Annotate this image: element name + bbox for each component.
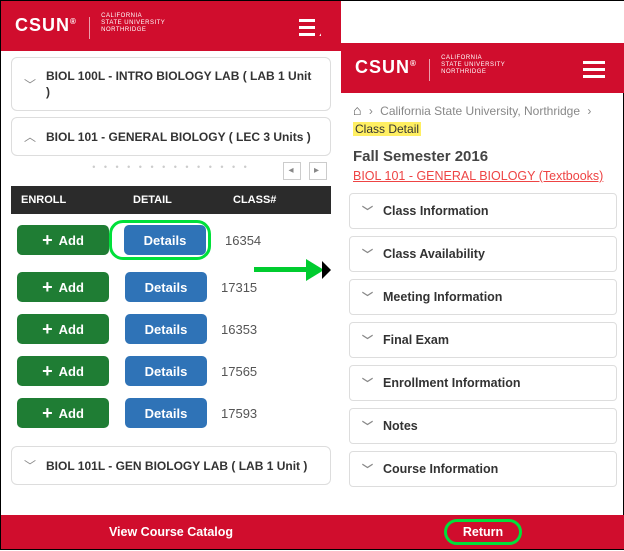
pagination-dots: • • • • • • • • • • • • • • ◂ ▸ [11, 162, 331, 184]
csun-logo: CSUN® CALIFORNIA STATE UNIVERSITY NORTHR… [355, 55, 505, 81]
chevron-down-icon: ﹀ [362, 203, 373, 219]
details-button[interactable]: Details [124, 225, 206, 255]
accordion-title: BIOL 101L - GEN BIOLOGY LAB ( LAB 1 Unit… [46, 458, 307, 474]
pager-next-button[interactable]: ▸ [309, 162, 327, 180]
course-accordion-biol101[interactable]: ︿ BIOL 101 - GENERAL BIOLOGY ( LEC 3 Uni… [11, 117, 331, 156]
section-meeting-information[interactable]: ﹀Meeting Information [349, 279, 617, 315]
class-number: 17593 [207, 406, 331, 421]
breadcrumb-univ[interactable]: California State University, Northridge [380, 104, 580, 118]
return-button[interactable]: Return [444, 519, 522, 545]
class-number: 16353 [207, 322, 331, 337]
chevron-down-icon: ﹀ [24, 76, 36, 93]
highlight-circle: Details [109, 220, 211, 260]
left-app-header: CSUN® CALIFORNIA STATE UNIVERSITY NORTHR… [1, 1, 341, 51]
accordion-title: BIOL 101 - GENERAL BIOLOGY ( LEC 3 Units… [46, 129, 311, 145]
chevron-down-icon: ﹀ [362, 289, 373, 305]
add-button[interactable]: +Add [17, 356, 109, 386]
pager-prev-button[interactable]: ◂ [283, 162, 301, 180]
chevron-down-icon: ﹀ [362, 461, 373, 477]
course-accordion-biol101l[interactable]: ﹀ BIOL 101L - GEN BIOLOGY LAB ( LAB 1 Un… [11, 446, 331, 485]
table-header-row: ENROLL DETAIL CLASS# [11, 186, 331, 214]
add-button[interactable]: +Add [17, 398, 109, 428]
section-class-availability[interactable]: ﹀Class Availability [349, 236, 617, 272]
class-number: 17565 [207, 364, 331, 379]
section-final-exam[interactable]: ﹀Final Exam [349, 322, 617, 358]
accordion-title: BIOL 100L - INTRO BIOLOGY LAB ( LAB 1 Un… [46, 68, 318, 100]
breadcrumb-current: Class Detail [353, 122, 421, 136]
chevron-down-icon: ﹀ [362, 418, 373, 434]
section-notes[interactable]: ﹀Notes [349, 408, 617, 444]
home-icon[interactable]: ⌂ [353, 102, 361, 118]
class-number: 16354 [211, 233, 331, 248]
chevron-up-icon: ︿ [24, 128, 36, 145]
class-sections-table: ENROLL DETAIL CLASS# +Add Details 16354 … [11, 186, 331, 434]
add-button[interactable]: +Add [17, 225, 109, 255]
details-button[interactable]: Details [125, 356, 207, 386]
chevron-down-icon: ﹀ [362, 375, 373, 391]
table-row: +Add Details 16353 [11, 308, 331, 350]
table-row: +Add Details 16354 [11, 214, 331, 266]
add-button[interactable]: +Add [17, 314, 109, 344]
table-row: +Add Details 17315 [11, 266, 331, 308]
section-course-information[interactable]: ﹀Course Information [349, 451, 617, 487]
textbooks-link[interactable]: BIOL 101 - GENERAL BIOLOGY (Textbooks) [341, 169, 624, 193]
col-header-detail: DETAIL [123, 186, 223, 214]
breadcrumb: ⌂ › California State University, Northri… [341, 93, 624, 142]
details-button[interactable]: Details [125, 314, 207, 344]
details-button[interactable]: Details [125, 398, 207, 428]
section-enrollment-information[interactable]: ﹀Enrollment Information [349, 365, 617, 401]
table-row: +Add Details 17593 [11, 392, 331, 434]
chevron-down-icon: ﹀ [24, 457, 36, 474]
course-accordion-biol100l[interactable]: ﹀ BIOL 100L - INTRO BIOLOGY LAB ( LAB 1 … [11, 57, 331, 111]
col-header-classnum: CLASS# [223, 186, 331, 214]
section-class-information[interactable]: ﹀Class Information [349, 193, 617, 229]
col-header-enroll: ENROLL [11, 186, 123, 214]
details-button[interactable]: Details [125, 272, 207, 302]
csun-logo: CSUN® CALIFORNIA STATE UNIVERSITY NORTHR… [15, 13, 165, 39]
semester-title: Fall Semester 2016 [341, 142, 624, 169]
menu-icon[interactable] [583, 57, 605, 82]
table-row: +Add Details 17565 [11, 350, 331, 392]
right-app-header: CSUN® CALIFORNIA STATE UNIVERSITY NORTHR… [341, 43, 624, 93]
add-button[interactable]: +Add [17, 272, 109, 302]
view-course-catalog-button[interactable]: View Course Catalog [109, 525, 233, 539]
chevron-down-icon: ﹀ [362, 332, 373, 348]
chevron-down-icon: ﹀ [362, 246, 373, 262]
class-number: 17315 [207, 280, 331, 295]
bottom-action-bar: View Course Catalog Return [1, 515, 624, 549]
